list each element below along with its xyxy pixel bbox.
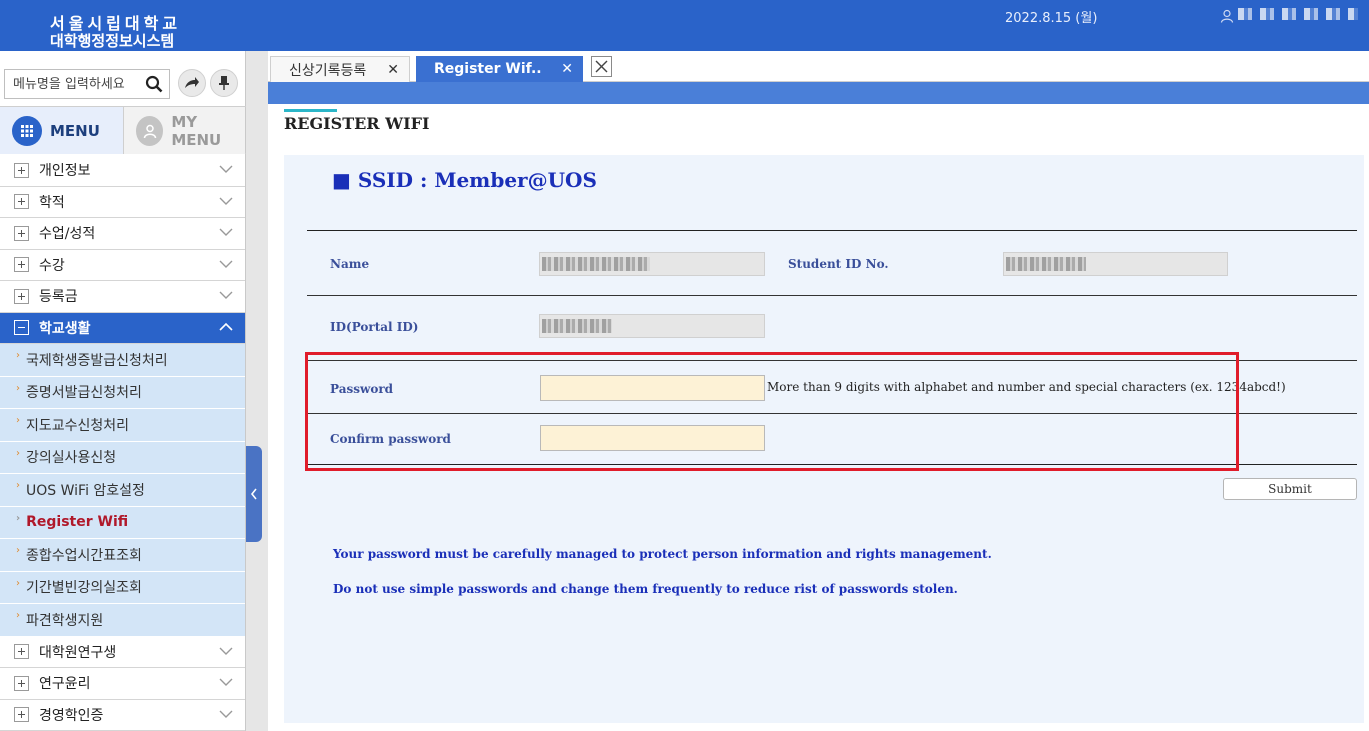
divider xyxy=(307,295,1357,296)
chevron-down-icon xyxy=(219,260,233,268)
search-icon[interactable] xyxy=(145,75,163,93)
chevron-down-icon xyxy=(219,678,233,686)
notice-password-management: Your password must be carefully managed … xyxy=(333,547,992,561)
menu-item-graduate-researcher[interactable]: 대학원연구생 xyxy=(0,636,245,668)
student-id-field xyxy=(1003,252,1228,276)
tab-personal-record[interactable]: 신상기록등록 ✕ xyxy=(270,56,410,82)
share-button[interactable] xyxy=(178,69,206,97)
menu-item-personal-info[interactable]: 개인정보 xyxy=(0,155,245,187)
tab-mymenu[interactable]: MY MENU xyxy=(123,107,245,154)
sub-item-register-wifi[interactable]: › Register Wifi xyxy=(0,506,245,539)
menu-item-research-ethics[interactable]: 연구윤리 xyxy=(0,668,245,700)
sub-item-exchange-student[interactable]: › 파견학생지원 xyxy=(0,604,245,637)
arrow-right-icon: › xyxy=(16,350,20,362)
highlight-box xyxy=(305,352,1239,471)
sub-item-empty-classroom[interactable]: › 기간별빈강의실조회 xyxy=(0,571,245,604)
menu-search-input[interactable] xyxy=(5,70,139,98)
tab-menu-label: MENU xyxy=(50,121,100,140)
menu-item-academic-records[interactable]: 학적 xyxy=(0,186,245,218)
system-name[interactable]: 대학행정정보시스템 xyxy=(50,30,174,51)
arrow-right-icon: › xyxy=(16,610,20,622)
portal-id-label: ID(Portal ID) xyxy=(330,320,419,334)
plus-icon xyxy=(14,644,29,660)
portal-id-redacted xyxy=(542,319,612,333)
chevron-down-icon xyxy=(219,165,233,173)
document-tabbar: 신상기록등록 ✕ Register Wif.. ✕ xyxy=(268,51,1369,82)
menu-item-campus-life[interactable]: 학교생활 xyxy=(0,312,245,344)
close-box-icon xyxy=(595,60,608,73)
notice-password-change: Do not use simple passwords and change t… xyxy=(333,582,958,596)
ssid-heading: ■ SSID : Member@UOS xyxy=(332,168,597,192)
sidebar-collapse-handle[interactable] xyxy=(246,446,262,542)
sub-item-timetable[interactable]: › 종합수업시간표조회 xyxy=(0,539,245,572)
header-date: 2022.8.15 (월) xyxy=(1005,11,1098,26)
chevron-up-icon xyxy=(219,322,233,331)
arrow-right-icon: › xyxy=(16,415,20,427)
student-id-label: Student ID No. xyxy=(788,257,889,271)
sub-item-wifi-password[interactable]: › UOS WiFi 암호설정 xyxy=(0,474,245,507)
tab-menu[interactable]: MENU xyxy=(0,107,123,154)
divider xyxy=(307,230,1357,231)
plus-icon xyxy=(14,288,29,304)
sub-item-classroom-use[interactable]: › 강의실사용신청 xyxy=(0,441,245,474)
arrow-right-icon: › xyxy=(16,382,20,394)
arrow-right-icon: › xyxy=(16,577,20,589)
portal-id-field xyxy=(539,314,765,338)
grid-icon xyxy=(12,115,42,146)
student-id-redacted xyxy=(1006,257,1086,271)
tab-mymenu-label: MY MENU xyxy=(171,112,222,149)
chevron-left-icon xyxy=(250,488,257,500)
content-header-bar xyxy=(268,82,1369,104)
plus-icon xyxy=(14,162,29,178)
close-icon[interactable]: ✕ xyxy=(387,62,399,78)
plus-icon xyxy=(14,194,29,210)
arrow-right-icon: › xyxy=(16,545,20,557)
page-title: REGISTER WIFI xyxy=(284,114,430,133)
menu-list: 개인정보 학적 수업/성적 수강 등록금 학교생활 › 국제학생증발급신청처리 ›… xyxy=(0,155,245,731)
plus-icon xyxy=(14,675,29,691)
minus-icon xyxy=(14,320,29,336)
share-arrow-icon xyxy=(185,77,199,88)
pin-button[interactable] xyxy=(210,69,238,97)
arrow-right-icon: › xyxy=(16,480,20,492)
sub-item-intl-student-card[interactable]: › 국제학생증발급신청처리 xyxy=(0,344,245,377)
sub-item-certificate[interactable]: › 증명서발급신청처리 xyxy=(0,376,245,409)
name-label: Name xyxy=(330,257,370,271)
person-icon xyxy=(136,115,164,146)
menu-item-classes-grades[interactable]: 수업/성적 xyxy=(0,218,245,250)
app-header: 서울시립대학교 대학행정정보시스템 2022.8.15 (월) xyxy=(0,0,1369,51)
user-name-redacted xyxy=(1238,8,1358,20)
chevron-down-icon xyxy=(219,710,233,718)
name-field xyxy=(539,252,765,276)
sidebar: MENU MY MENU 개인정보 학적 수업/성적 수강 등록금 학교생활 ›… xyxy=(0,51,246,731)
menu-tabs: MENU MY MENU xyxy=(0,106,246,154)
arrow-right-icon: › xyxy=(16,447,20,459)
tab-register-wifi[interactable]: Register Wif.. ✕ xyxy=(416,56,583,82)
arrow-right-icon: › xyxy=(16,512,21,524)
sidebar-gutter xyxy=(246,51,268,731)
chevron-down-icon xyxy=(219,228,233,236)
close-all-tabs-button[interactable] xyxy=(591,56,612,77)
menu-item-business-cert[interactable]: 경영학인증 xyxy=(0,699,245,731)
plus-icon xyxy=(14,225,29,241)
menu-item-tuition[interactable]: 등록금 xyxy=(0,281,245,313)
plus-icon xyxy=(14,257,29,273)
title-accent xyxy=(284,109,337,112)
chevron-down-icon xyxy=(219,647,233,655)
menu-item-registration[interactable]: 수강 xyxy=(0,249,245,281)
name-redacted xyxy=(542,257,650,271)
sub-item-advisor[interactable]: › 지도교수신청처리 xyxy=(0,409,245,442)
close-icon[interactable]: ✕ xyxy=(561,61,573,77)
submit-button[interactable]: Submit xyxy=(1223,478,1357,500)
chevron-down-icon xyxy=(219,197,233,205)
menu-search xyxy=(4,69,170,99)
chevron-down-icon xyxy=(219,291,233,299)
user-icon[interactable] xyxy=(1220,9,1234,23)
plus-icon xyxy=(14,707,29,723)
pin-icon xyxy=(219,76,229,90)
